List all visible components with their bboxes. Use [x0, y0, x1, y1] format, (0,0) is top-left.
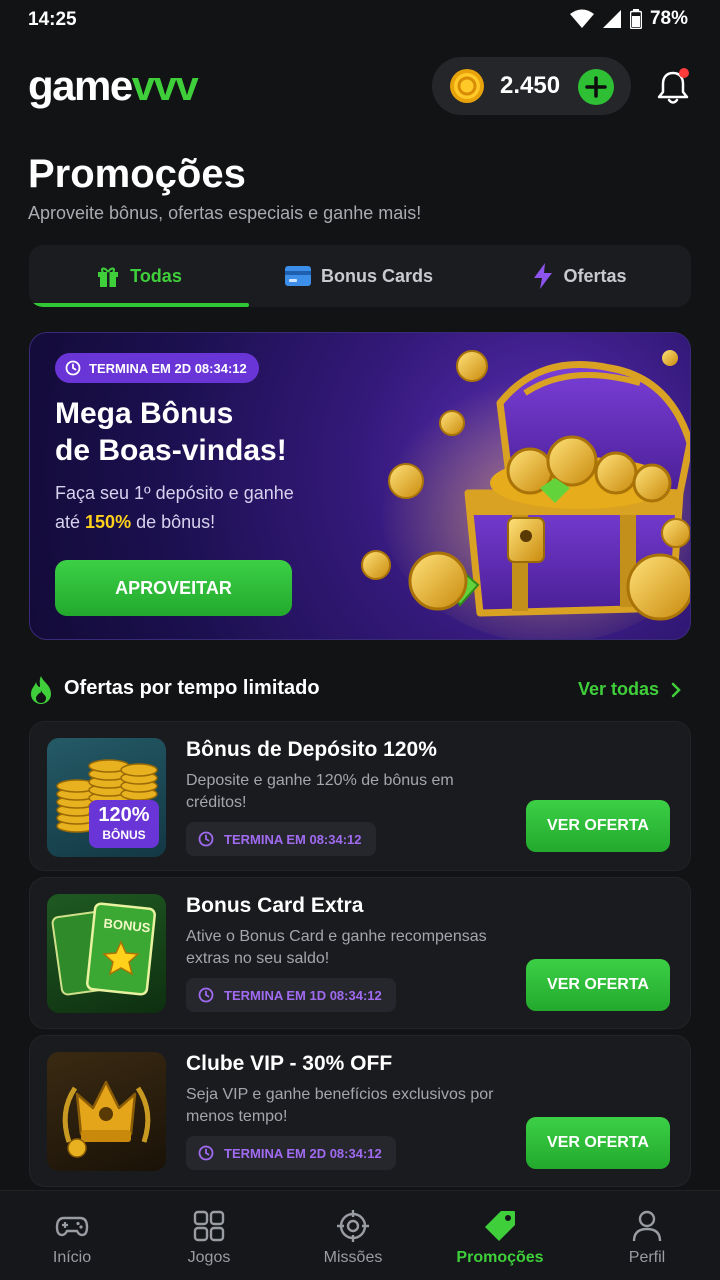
offer-card-vip-club[interactable]: Clube VIP - 30% OFF Seja VIP e ganhe ben… [29, 1035, 691, 1187]
offer-title: Bonus Card Extra [186, 894, 364, 917]
clock-icon [198, 1145, 214, 1161]
status-icons: 78% [569, 8, 688, 30]
card-icon [284, 266, 311, 286]
welcome-bonus-banner[interactable]: TERMINA EM 2D 08:34:12 Mega Bônus de Boa… [29, 332, 691, 640]
tag-icon [485, 1211, 515, 1241]
page-subtitle: Aproveite bônus, ofertas especiais e gan… [28, 203, 422, 223]
tab-label-ofertas: Ofertas [563, 265, 627, 286]
target-icon [337, 1210, 369, 1242]
nav-label-missoes: Missões [323, 1249, 383, 1266]
offer-countdown: TERMINA EM 08:34:12 [186, 822, 376, 856]
offer-title: Clube VIP - 30% OFF [186, 1052, 393, 1075]
aproveitar-button[interactable]: APROVEITAR [55, 560, 292, 616]
nav-missoes[interactable]: Missões [281, 1191, 425, 1280]
thumb-badge-label: BÔNUS [102, 828, 146, 842]
nav-label-inicio: Início [52, 1249, 92, 1266]
nav-jogos[interactable]: Jogos [137, 1191, 281, 1280]
crown-icon [62, 1080, 151, 1158]
ver-todas-link[interactable]: Ver todas [578, 679, 681, 700]
offer-countdown: TERMINA EM 1D 08:34:12 [186, 978, 396, 1012]
coin-amount: 2.450 [500, 72, 561, 99]
bonus-card-thumbnail: BONUS [47, 894, 166, 1013]
offer-description: Ative o Bonus Card e ganhe recompensas e… [186, 928, 487, 967]
promo-tabs: Todas Bonus Cards Ofertas [29, 245, 691, 307]
hero-title-line1: Mega Bônus [55, 397, 234, 430]
clock-icon [198, 987, 214, 1003]
active-tab-indicator [29, 303, 249, 307]
hero-desc-post: de bônus! [131, 512, 216, 532]
coin-icon [450, 69, 484, 103]
offer-countdown-text: TERMINA EM 08:34:12 [224, 831, 362, 847]
offer-countdown-text: TERMINA EM 1D 08:34:12 [224, 987, 382, 1003]
hero-countdown-text: TERMINA EM 2D 08:34:12 [89, 360, 247, 376]
tab-bonus-cards[interactable]: Bonus Cards [249, 245, 469, 307]
plus-icon [585, 76, 607, 98]
nav-label-jogos: Jogos [187, 1249, 231, 1266]
tab-label-todas: Todas [130, 265, 182, 286]
thumb-badge-percent: 120% [98, 804, 150, 826]
offer-description: Deposite e ganhe 120% de bônus em crédit… [186, 772, 454, 811]
offer-card-deposit-bonus[interactable]: 120% BÔNUS Bônus de Depósito 120% Deposi… [29, 721, 691, 871]
app-logo[interactable]: gamevvv [28, 62, 199, 110]
battery-level: 78% [649, 8, 688, 29]
wifi-icon [569, 9, 594, 28]
offer-card-bonus-card-extra[interactable]: BONUS Bonus Card Extra Ative o Bonus Car… [29, 877, 691, 1029]
status-bar: 14:25 78% [0, 0, 720, 40]
hero-title-line2: de Boas-vindas! [55, 434, 287, 467]
bell-icon [657, 68, 689, 104]
vip-club-thumbnail [47, 1052, 166, 1171]
logo-text-vvv: vvv [131, 62, 199, 109]
status-time: 14:25 [28, 9, 77, 30]
ver-todas-label: Ver todas [577, 679, 659, 699]
nav-label-promocoes: Promoções [456, 1249, 544, 1266]
coin-balance[interactable]: 2.450 [432, 57, 631, 115]
gamepad-icon [55, 1216, 89, 1237]
nav-perfil[interactable]: Perfil [575, 1191, 719, 1280]
clock-icon [65, 360, 81, 376]
fire-icon [31, 676, 51, 704]
treasure-chest-illustration [361, 350, 690, 639]
deposit-bonus-thumbnail: 120% BÔNUS [47, 738, 166, 857]
add-coins-button[interactable] [578, 69, 614, 105]
lightning-icon [534, 263, 553, 289]
hero-title: Mega Bônus de Boas-vindas! [55, 395, 355, 469]
limited-offers-header: Ofertas por tempo limitado Ver todas [29, 674, 691, 706]
hero-desc-line2: até 150% de bônus! [55, 508, 355, 537]
logo-text-game: game [28, 62, 133, 109]
offer-countdown-text: TERMINA EM 2D 08:34:12 [224, 1145, 382, 1161]
nav-label-perfil: Perfil [628, 1249, 666, 1266]
tab-ofertas[interactable]: Ofertas [469, 245, 691, 307]
page-title: Promoções [28, 152, 246, 196]
battery-icon [629, 9, 642, 29]
thumb-bonus-badge: 120% BÔNUS [89, 800, 159, 848]
signal-icon [602, 10, 621, 28]
hero-desc-line1: Faça seu 1º depósito e ganhe [55, 483, 294, 503]
nav-promocoes[interactable]: Promoções [428, 1191, 572, 1280]
hero-description: Faça seu 1º depósito e ganhe até 150% de… [55, 479, 355, 537]
grid-icon [193, 1210, 225, 1242]
hero-desc-pre: até [55, 512, 86, 532]
ver-oferta-button[interactable]: VER OFERTA [526, 800, 670, 852]
offer-countdown: TERMINA EM 2D 08:34:12 [186, 1136, 396, 1170]
hero-desc-highlight: 150% [85, 512, 132, 532]
tab-label-bonus-cards: Bonus Cards [320, 265, 434, 286]
clock-icon [198, 831, 214, 847]
ver-oferta-button[interactable]: VER OFERTA [526, 959, 670, 1011]
nav-inicio[interactable]: Início [0, 1191, 144, 1280]
hero-countdown-badge: TERMINA EM 2D 08:34:12 [55, 353, 259, 383]
offer-description: Seja VIP e ganhe benefícios exclusivos p… [186, 1086, 494, 1125]
bonus-card-icon [51, 902, 156, 996]
bottom-navigation: Início Jogos Missões Promoções Perfil [0, 1190, 720, 1280]
chevron-right-icon [671, 682, 681, 697]
section-title: Ofertas por tempo limitado [64, 677, 320, 699]
offer-title: Bônus de Depósito 120% [186, 738, 437, 761]
ver-oferta-button[interactable]: VER OFERTA [526, 1117, 670, 1169]
notifications-button[interactable] [655, 68, 691, 106]
user-icon [632, 1210, 662, 1242]
gift-icon [98, 267, 119, 287]
tab-todas[interactable]: Todas [29, 245, 249, 307]
